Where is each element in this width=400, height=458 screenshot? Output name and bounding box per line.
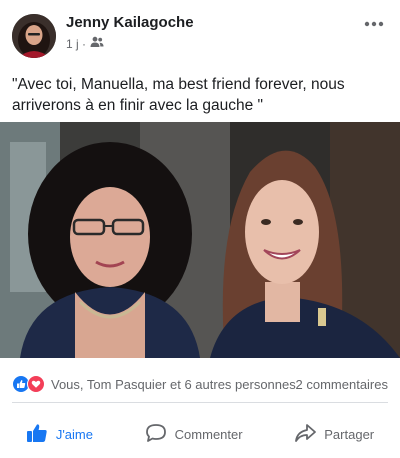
- post-photo[interactable]: [0, 122, 400, 358]
- facebook-post: Jenny Kailagoche 1 j · "Avec toi, Manuel…: [0, 0, 400, 458]
- comment-icon: [145, 423, 167, 446]
- post-text: "Avec toi, Manuella, ma best friend fore…: [12, 76, 345, 114]
- comment-label: Commenter: [174, 426, 243, 442]
- like-button[interactable]: J'aime: [16, 419, 103, 450]
- action-bar: J'aime Commenter Partager: [0, 412, 400, 456]
- author-name[interactable]: Jenny Kailagoche: [66, 14, 194, 31]
- share-button[interactable]: Partager: [284, 419, 384, 450]
- share-icon: [294, 423, 317, 446]
- reaction-icons: [12, 375, 45, 393]
- post-meta: 1 j ·: [66, 36, 104, 51]
- share-label: Partager: [324, 426, 375, 442]
- thumbs-up-icon: [26, 423, 48, 446]
- post-time[interactable]: 1 j ·: [66, 37, 86, 51]
- reactions-text: Vous, Tom Pasquier et 6 autres personnes: [51, 376, 296, 392]
- friends-audience-icon[interactable]: [90, 36, 104, 51]
- divider: [12, 402, 388, 403]
- like-label: J'aime: [55, 426, 93, 442]
- reactions-summary[interactable]: Vous, Tom Pasquier et 6 autres personnes: [12, 375, 296, 393]
- more-options-icon[interactable]: [364, 14, 384, 28]
- author-avatar[interactable]: [12, 14, 56, 58]
- comments-count[interactable]: 2 commentaires: [296, 377, 388, 392]
- love-reaction-icon: [27, 375, 45, 393]
- comment-button[interactable]: Commenter: [135, 419, 253, 450]
